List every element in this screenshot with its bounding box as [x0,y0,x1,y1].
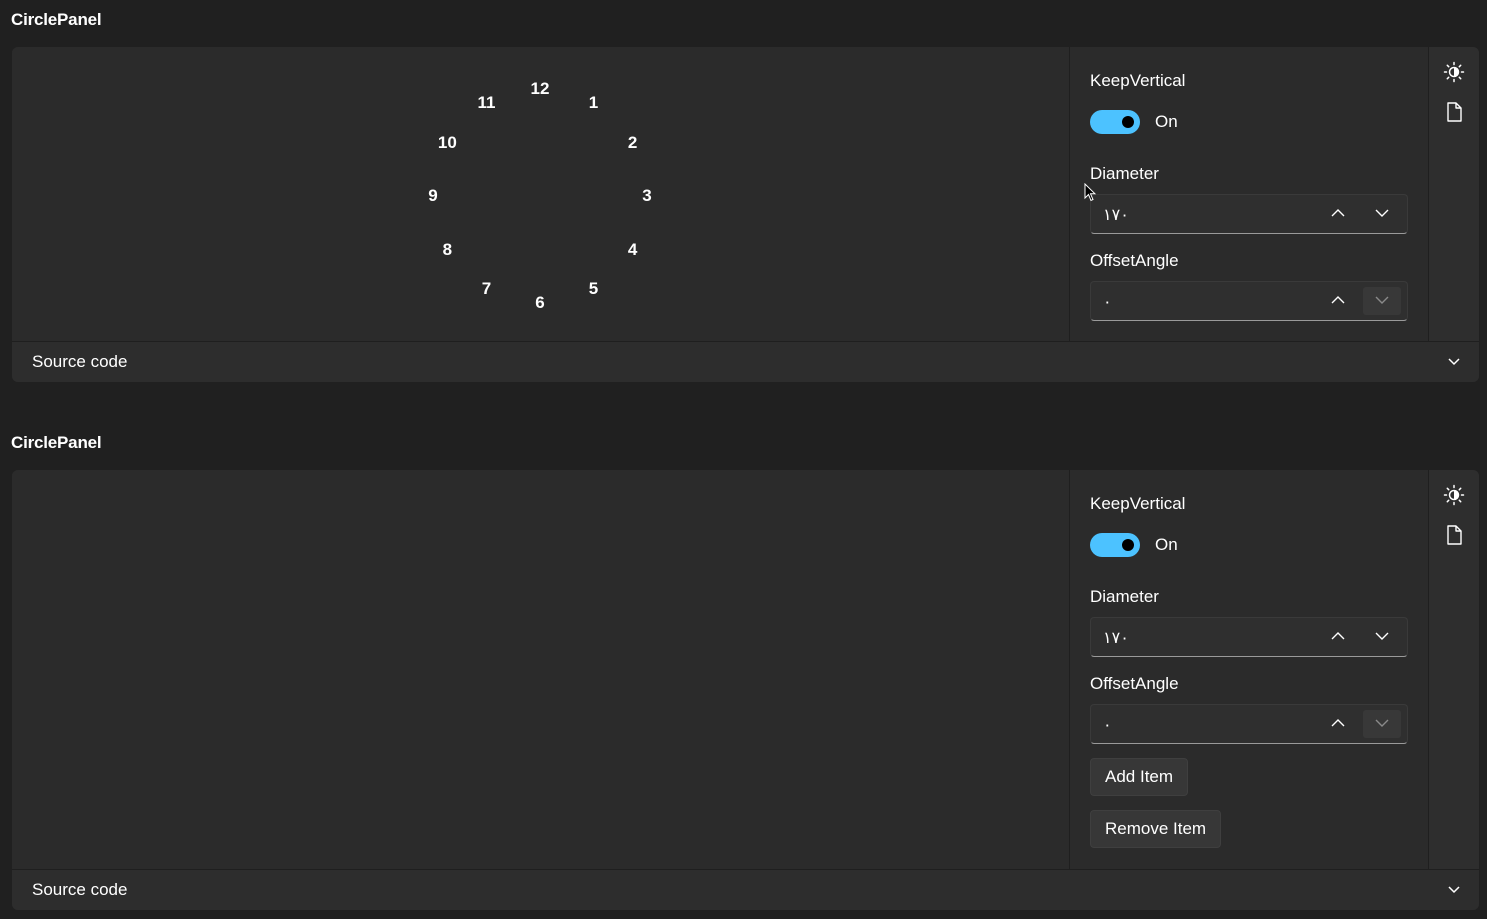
diameter-value: ۱۷۰ [1103,207,1129,224]
section-title-1: CirclePanel [11,10,102,29]
offset-angle-numberbox[interactable]: ۰ [1090,704,1408,744]
brightness-icon[interactable] [1443,61,1465,83]
keep-vertical-label: KeepVertical [1090,494,1186,513]
chevron-up-icon [1331,632,1345,640]
diameter-decrement-button[interactable] [1363,200,1401,228]
sample-card-2: KeepVertical On Diameter ۱۷۰ OffsetAngle… [12,470,1479,910]
chevron-up-icon [1331,209,1345,217]
source-code-label: Source code [32,352,128,371]
chevron-down-icon [1448,886,1460,894]
source-code-label: Source code [32,880,128,899]
document-icon[interactable] [1443,101,1465,123]
chevron-down-icon [1375,632,1389,640]
offset-angle-value: ۰ [1103,294,1112,311]
remove-item-button[interactable]: Remove Item [1090,810,1222,848]
circle-item: 1 [588,93,599,113]
circle-item: 12 [530,79,550,98]
circle-item: 9 [428,186,438,205]
toggle-state-text: On [1155,112,1178,131]
keep-vertical-label: KeepVertical [1090,71,1186,90]
demo-area-1: 12 1 2 3 4 5 6 7 8 9 10 11 [12,47,1069,341]
diameter-value: ۱۷۰ [1103,630,1129,647]
source-code-expander-1[interactable]: Source code [12,341,1479,382]
chevron-up-icon [1331,719,1345,727]
circle-item: 2 [627,132,638,152]
keep-vertical-toggle[interactable] [1090,110,1140,134]
offset-angle-increment-button[interactable] [1319,287,1357,315]
chevron-down-icon [1375,209,1389,217]
diameter-increment-button[interactable] [1319,623,1357,651]
demo-area-2 [12,470,1069,869]
diameter-numberbox[interactable]: ۱۷۰ [1090,194,1408,234]
options-panel-1: KeepVertical On Diameter ۱۷۰ OffsetAngle… [1070,47,1428,341]
keep-vertical-toggle[interactable] [1090,533,1140,557]
offset-angle-decrement-button[interactable] [1363,710,1401,738]
document-icon[interactable] [1443,524,1465,546]
offset-angle-label: OffsetAngle [1090,251,1179,270]
circle-item: 3 [642,186,652,205]
diameter-numberbox[interactable]: ۱۷۰ [1090,617,1408,657]
offset-angle-decrement-button[interactable] [1363,287,1401,315]
toolbar-2 [1429,470,1479,869]
add-item-button[interactable]: Add Item [1090,758,1189,796]
options-panel-2: KeepVertical On Diameter ۱۷۰ OffsetAngle… [1070,470,1428,869]
chevron-down-icon [1375,719,1389,727]
diameter-label: Diameter [1090,164,1159,183]
mouse-cursor-icon [1084,183,1096,202]
chevron-down-icon [1375,296,1389,304]
circle-item: 11 [477,93,496,113]
brightness-icon[interactable] [1443,484,1465,506]
chevron-down-icon [1448,358,1460,366]
offset-angle-increment-button[interactable] [1319,710,1357,738]
toggle-state-text: On [1155,535,1178,554]
circle-item: 6 [535,293,545,312]
toolbar-1 [1429,47,1479,341]
circle-item: 4 [627,239,638,259]
section-title-2: CirclePanel [11,433,102,452]
diameter-increment-button[interactable] [1319,200,1357,228]
diameter-label: Diameter [1090,587,1159,606]
sample-card-1: 12 1 2 3 4 5 6 7 8 9 10 11 KeepVertical On Diameter… [12,47,1479,382]
offset-angle-value: ۰ [1103,717,1112,734]
offset-angle-label: OffsetAngle [1090,674,1179,693]
offset-angle-numberbox[interactable]: ۰ [1090,281,1408,321]
chevron-up-icon [1331,296,1345,304]
circle-item: 10 [437,132,457,152]
source-code-expander-2[interactable]: Source code [12,869,1479,910]
circle-item: 5 [588,278,599,298]
diameter-decrement-button[interactable] [1363,623,1401,651]
circle-item: 7 [481,278,492,298]
circle-item: 8 [442,239,453,259]
